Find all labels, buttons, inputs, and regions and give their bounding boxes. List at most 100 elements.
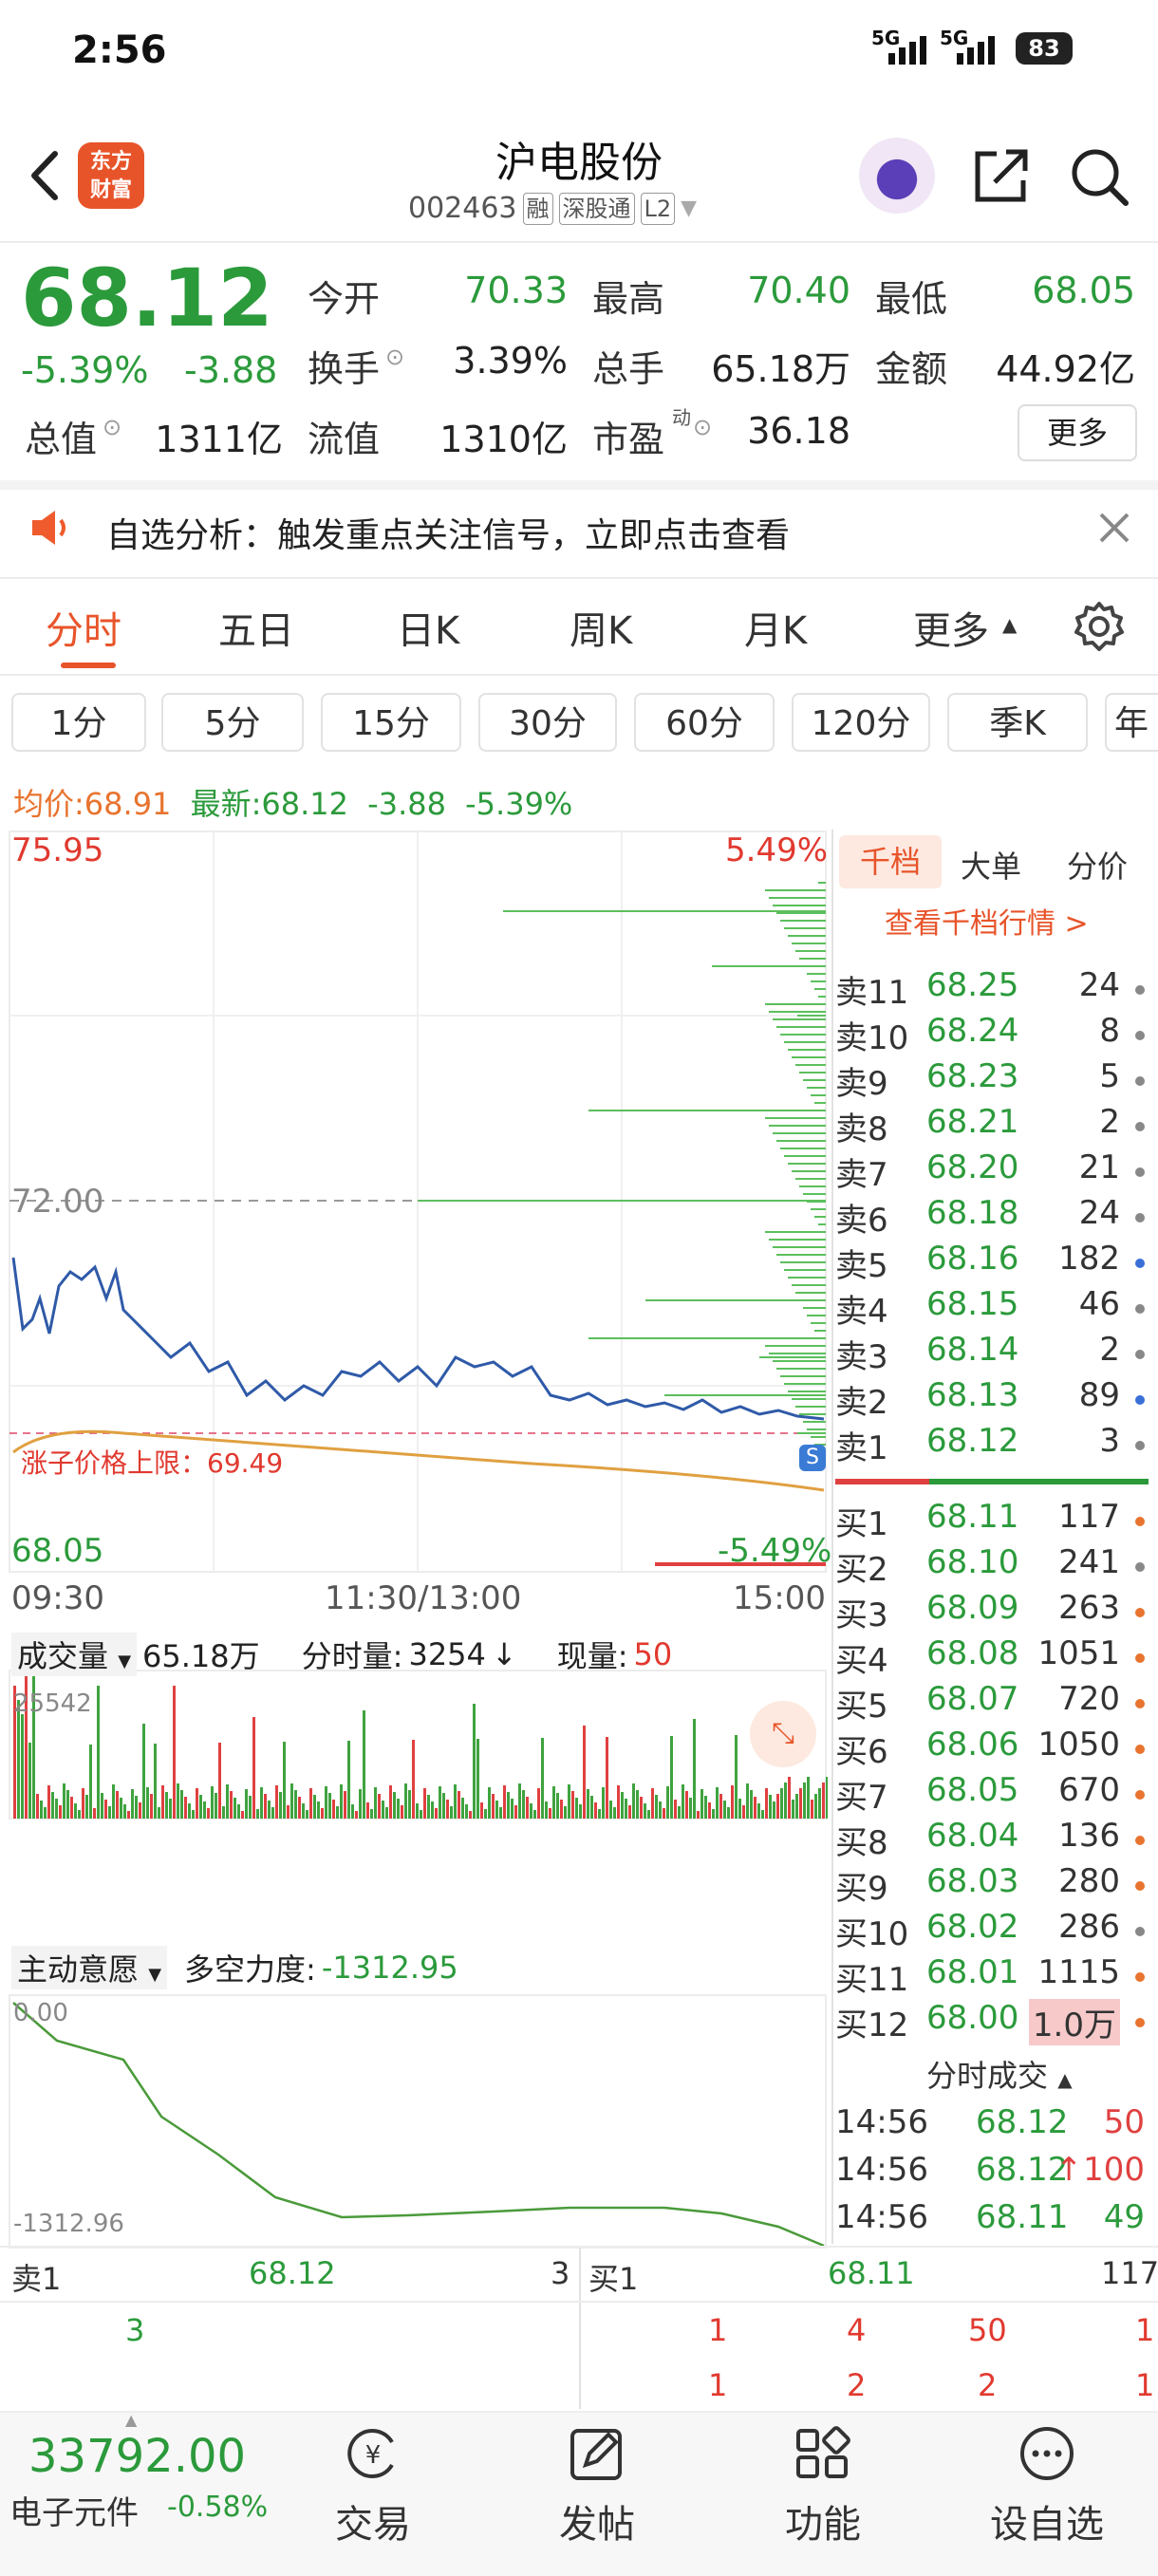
search-icon[interactable] [1065,142,1131,209]
index-name[interactable]: 电子元件 [9,2487,139,2533]
volume-bar [325,1786,327,1819]
ask-row[interactable]: 卖6 68.18 24 [835,1194,1149,1240]
index-value[interactable]: 33792.00 [28,2430,246,2483]
volume-bar [693,1719,696,1819]
volume-bar [454,1784,457,1819]
volume-bar [594,1802,597,1819]
dropdown-icon[interactable]: ▼ [681,196,697,220]
volume-selector[interactable]: 成交量 ▼ [11,1633,138,1676]
intraday-chart[interactable] [0,826,828,2249]
ask-volume: 46 [1078,1285,1120,1323]
volume-bar [784,1783,787,1819]
ask-row[interactable]: 卖11 68.25 24 [835,966,1149,1012]
volume-bar [279,1792,282,1819]
info-icon[interactable]: ⊙ [385,344,404,370]
tab-more[interactable]: 更多 [913,600,989,655]
ask-level: 卖1 [835,1429,888,1467]
tick-volume: 49 [1103,2198,1145,2236]
period-5min[interactable]: 5分 [161,693,304,752]
bid-row[interactable]: 买1 68.11 117 [835,1498,1149,1543]
bid-row[interactable]: 买11 68.01 1115 [835,1953,1149,1999]
volume-bar [416,1803,419,1819]
status-dot-icon [1135,1350,1145,1359]
volume-bar [66,1790,69,1819]
ask-row[interactable]: 卖3 68.14 2 [835,1331,1149,1376]
status-dot-icon [1135,1790,1145,1800]
volume-bar [439,1786,441,1819]
volume-bar [571,1791,574,1819]
period-60min[interactable]: 60分 [634,693,775,752]
ask-row[interactable]: 卖7 68.20 21 [835,1148,1149,1194]
s-badge-icon[interactable]: S [799,1445,826,1471]
ask-row[interactable]: 卖2 68.13 89 [835,1376,1149,1422]
info-icon[interactable]: ⊙ [693,414,712,440]
ask-row[interactable]: 卖5 68.16 182 [835,1240,1149,1285]
bid-row[interactable]: 买5 68.07 720 [835,1680,1149,1726]
nav-add-watchlist[interactable]: 设自选 [976,2425,1118,2548]
nav-trade[interactable]: ¥ 交易 [302,2425,444,2548]
bid-queue-item: 1 [708,2367,728,2403]
ask-row[interactable]: 卖9 68.23 5 [835,1057,1149,1103]
expand-icon[interactable]: ⤡ [750,1701,816,1767]
volume-bar [108,1806,111,1819]
notice-text[interactable]: 自选分析：触发重点关注信号，立即点击查看 [106,508,790,557]
bid-row[interactable]: 买2 68.10 241 [835,1543,1149,1589]
bid-row[interactable]: 买3 68.09 263 [835,1589,1149,1634]
ask-row[interactable]: 卖1 68.12 3 [835,1422,1149,1467]
tab-monthly-k[interactable]: 月K [744,600,807,655]
ask-row[interactable]: 卖10 68.24 8 [835,1012,1149,1057]
ask-volume: 182 [1058,1240,1120,1278]
bid-row[interactable]: 买7 68.05 670 [835,1771,1149,1817]
tab-weekly-k[interactable]: 周K [570,600,632,655]
volume-bar [666,1786,669,1819]
ticks-title[interactable]: 分时成交 ▲ [926,2052,1073,2096]
bid-row[interactable]: 买4 68.08 1051 [835,1634,1149,1680]
ask-row[interactable]: 卖8 68.21 2 [835,1103,1149,1148]
volume-bar [727,1807,730,1819]
bid-row[interactable]: 买9 68.03 280 [835,1862,1149,1908]
grid-icon [796,2426,850,2478]
period-1min[interactable]: 1分 [11,693,146,752]
tab-intraday[interactable]: 分时 [46,600,121,655]
volume-bar [256,1809,259,1819]
tab-price-dist[interactable]: 分价 [1067,843,1128,887]
period-yearly-k[interactable]: 年 [1105,693,1158,752]
volume-bar [564,1806,567,1819]
tab-depth[interactable]: 千档 [839,835,942,888]
volume-bar [689,1798,692,1819]
tab-daily-k[interactable]: 日K [397,600,459,655]
bid-row[interactable]: 买12 68.00 1.0万 [835,1999,1149,2045]
volume-bar [351,1804,354,1819]
period-30min[interactable]: 30分 [478,693,617,752]
period-15min[interactable]: 15分 [321,693,461,752]
close-icon[interactable] [1097,511,1131,545]
volume-bar [628,1805,631,1819]
info-icon[interactable]: ⊙ [103,414,121,440]
volume-bar [663,1808,665,1819]
period-quarterly-k[interactable]: 季K [947,693,1088,752]
nav-functions[interactable]: 功能 [752,2425,894,2548]
ask-row[interactable]: 卖4 68.15 46 [835,1285,1149,1331]
bid-row[interactable]: 买10 68.02 286 [835,1908,1149,1953]
tab-big-orders[interactable]: 大单 [961,843,1021,887]
bid-price: 68.07 [926,1680,1019,1718]
settings-gear-icon[interactable] [1073,600,1126,653]
bid-row[interactable]: 买8 68.04 136 [835,1817,1149,1862]
margin-tag: 融 [522,192,553,225]
share-icon[interactable] [968,142,1035,209]
period-120min[interactable]: 120分 [792,693,930,752]
nav-post[interactable]: 发帖 [526,2425,668,2548]
tab-active-indicator [61,663,116,668]
bid-row[interactable]: 买6 68.06 1050 [835,1726,1149,1771]
assistant-avatar-icon[interactable] [859,138,935,214]
bid1-price: 68.11 [828,2255,915,2291]
volume-header: 成交量 ▼ 65.18万 分时量: 3254 ↓ 现量: 50 [11,1633,672,1676]
volume-bar [211,1786,214,1819]
status-dot-icon [1135,1167,1145,1177]
volume-bar [271,1807,274,1819]
indicator-selector[interactable]: 主动意愿 ▼ [11,1946,168,1989]
volume-bar [560,1800,563,1819]
view-depth-link[interactable]: 查看千档行情 > [885,900,1089,942]
tab-five-day[interactable]: 五日 [218,600,294,655]
more-button[interactable]: 更多 [1018,404,1137,461]
